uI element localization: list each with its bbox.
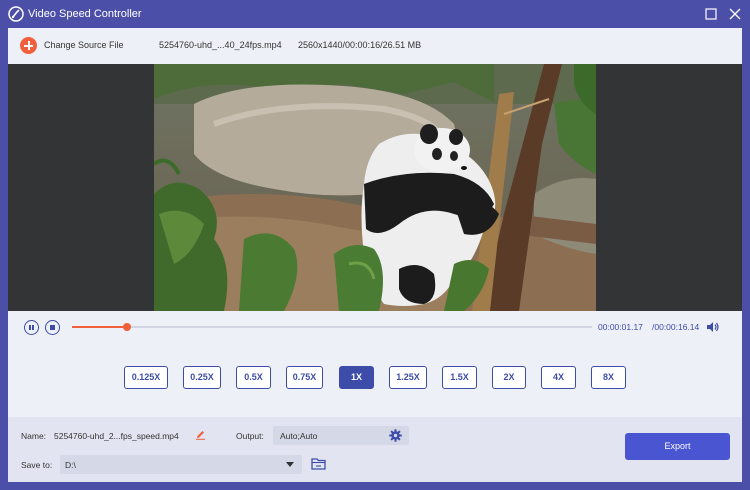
edit-icon[interactable] [195, 429, 206, 440]
seek-progress [72, 326, 128, 328]
stop-icon[interactable] [45, 320, 60, 335]
name-label: Name: [21, 431, 47, 441]
source-file-meta: 2560x1440/00:00:16/26.51 MB [298, 40, 422, 50]
save-to-label: Save to: [21, 460, 53, 470]
add-icon[interactable] [20, 37, 37, 54]
video-frame [154, 64, 596, 311]
title-bar: Video Speed Controller [0, 0, 750, 28]
speed-button-025x[interactable]: 0.25X [183, 366, 221, 389]
window-title: Video Speed Controller [28, 8, 142, 20]
seek-slider[interactable] [72, 323, 592, 331]
app-logo-icon [8, 6, 24, 22]
total-time: /00:00:16.14 [652, 322, 700, 332]
change-source-button[interactable]: Change Source File [44, 40, 124, 50]
pause-icon[interactable] [24, 320, 39, 335]
speed-button-075x[interactable]: 0.75X [286, 366, 323, 389]
speed-button-0125x[interactable]: 0.125X [124, 366, 168, 389]
source-file-name: 5254760-uhd_...40_24fps.mp4 [159, 40, 282, 50]
output-file-name: 5254760-uhd_2...fps_speed.mp4 [54, 431, 179, 441]
volume-icon[interactable] [706, 321, 720, 333]
source-bar: Change Source File 5254760-uhd_...40_24f… [8, 28, 742, 64]
save-path-value: D:\ [65, 460, 76, 470]
folder-icon[interactable] [311, 457, 326, 470]
speed-button-8x[interactable]: 8X [591, 366, 626, 389]
output-format-field[interactable]: Auto;Auto [273, 426, 409, 445]
main-content: Change Source File 5254760-uhd_...40_24f… [8, 28, 742, 482]
speed-button-125x[interactable]: 1.25X [389, 366, 427, 389]
current-time: 00:00:01.17 [598, 322, 643, 332]
seek-handle[interactable] [123, 323, 132, 331]
speed-button-15x[interactable]: 1.5X [442, 366, 477, 389]
save-path-select[interactable]: D:\ [60, 455, 302, 474]
close-icon[interactable] [727, 6, 743, 22]
output-format-value: Auto;Auto [280, 431, 318, 441]
export-button[interactable]: Export [625, 433, 730, 460]
video-preview-area [8, 64, 742, 311]
maximize-icon[interactable] [703, 6, 719, 22]
speed-button-2x[interactable]: 2X [492, 366, 526, 389]
app-window: Video Speed Controller Change Source Fil… [0, 0, 750, 490]
output-label: Output: [236, 431, 264, 441]
speed-options: 0.125X 0.25X 0.5X 0.75X 1X 1.25X 1.5X 2X… [8, 345, 742, 417]
chevron-down-icon[interactable] [286, 462, 294, 467]
gear-icon[interactable] [389, 429, 402, 442]
playback-bar: 00:00:01.17 /00:00:16.14 [8, 311, 742, 345]
speed-button-1x[interactable]: 1X [339, 366, 374, 389]
speed-button-05x[interactable]: 0.5X [236, 366, 271, 389]
output-settings: Name: 5254760-uhd_2...fps_speed.mp4 Outp… [8, 417, 742, 482]
speed-button-4x[interactable]: 4X [541, 366, 576, 389]
